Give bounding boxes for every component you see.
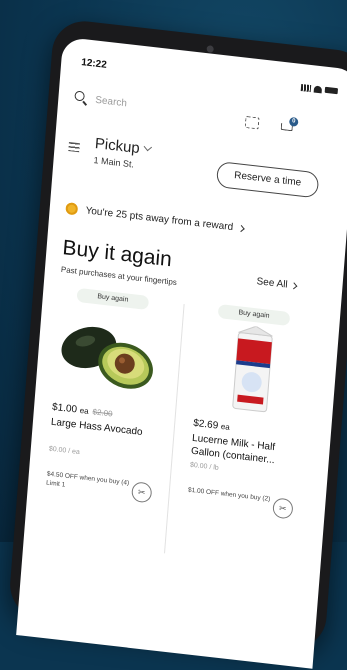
system-icons — [300, 83, 339, 95]
signal-icon — [300, 83, 312, 92]
see-all-link[interactable]: See All — [256, 276, 298, 292]
milk-carton-image — [232, 325, 273, 413]
menu-icon[interactable] — [68, 142, 80, 153]
price-unit: ea — [79, 405, 89, 416]
product-offer: $1.00 OFF when you buy (2) — [187, 486, 271, 503]
app-screen: 12:22 Search 0 Pickup 1 Main St. Reserve… — [16, 36, 347, 669]
wifi-icon — [313, 85, 323, 93]
price-value: $2.69 — [192, 417, 219, 432]
front-camera — [206, 45, 214, 53]
product-unit-price: $0.00 / ea — [48, 445, 81, 457]
reward-text: You're 25 pts away from a reward — [85, 204, 234, 233]
clip-coupon-button[interactable]: ✂ — [130, 481, 153, 504]
price-value: $1.00 — [51, 401, 78, 416]
product-unit-price: $0.00 / lb — [189, 461, 219, 472]
scissors-icon: ✂ — [278, 503, 288, 514]
chevron-down-icon — [143, 142, 153, 152]
fulfillment-selector: Pickup 1 Main St. Reserve a time — [67, 132, 335, 202]
cart-icon[interactable]: 0 — [280, 116, 299, 132]
avocado-image — [61, 326, 153, 389]
search-bar[interactable]: Search — [74, 86, 336, 138]
product-card[interactable]: Buy again $1.00 ea $2.00 Large Hass Avoca… — [29, 285, 177, 559]
price-unit: ea — [220, 421, 231, 432]
scissors-icon: ✂ — [137, 486, 146, 498]
product-card[interactable]: Buy again $2.69 ea Lucerne Milk - Half G… — [171, 301, 319, 575]
product-name[interactable]: Large Hass Avocado — [50, 416, 164, 442]
scan-icon[interactable] — [244, 115, 260, 130]
pickup-title: Pickup — [94, 135, 141, 158]
product-price: $2.69 ea — [193, 418, 234, 434]
pickup-dropdown[interactable]: Pickup — [94, 135, 153, 158]
search-icon — [74, 90, 89, 106]
old-price — [233, 423, 234, 432]
chevron-right-icon — [238, 224, 246, 232]
product-offer: $4.50 OFF when you buy (4) Limit 1 — [45, 470, 130, 489]
battery-icon — [324, 86, 339, 95]
see-all-label: See All — [256, 276, 288, 291]
reserve-time-button[interactable]: Reserve a time — [215, 161, 320, 199]
old-price: $2.00 — [92, 407, 113, 419]
store-address: 1 Main St. — [93, 154, 135, 170]
phone-mockup: 12:22 Search 0 Pickup 1 Main St. Reserve… — [7, 17, 347, 669]
clip-coupon-button[interactable]: ✂ — [272, 497, 294, 520]
search-input[interactable]: Search — [95, 94, 127, 109]
chevron-right-icon — [290, 282, 298, 290]
status-time: 12:22 — [80, 56, 108, 71]
reward-banner[interactable]: You're 25 pts away from a reward — [65, 198, 246, 238]
reward-coin-icon — [65, 202, 79, 216]
